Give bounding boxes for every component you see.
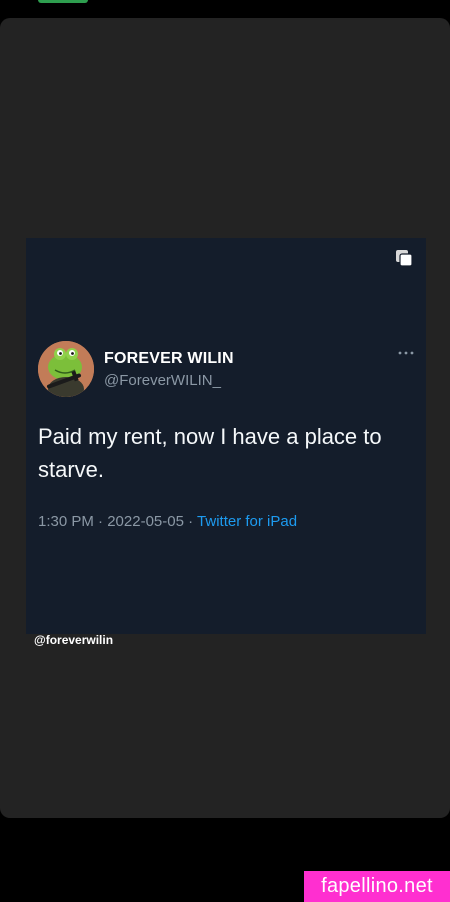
author-handle[interactable]: @ForeverWILIN_ [104, 372, 221, 389]
tweet-text: Paid my rent, now I have a place to star… [38, 424, 382, 482]
author-name[interactable]: FOREVER WILIN [104, 350, 234, 368]
frog-avatar-icon [38, 341, 94, 397]
screen: FOREVER WILIN @ForeverWILIN_ Paid my ren… [0, 0, 450, 902]
tweet-screenshot: FOREVER WILIN @ForeverWILIN_ Paid my ren… [26, 238, 426, 634]
copy-icon[interactable] [395, 249, 413, 267]
avatar[interactable] [38, 341, 94, 397]
status-indicator [38, 0, 88, 3]
tweet-meta: 1:30 PM · 2022-05-05 · Twitter for iPad [38, 513, 297, 530]
tweet-time: 1:30 PM [38, 513, 94, 530]
tweet-date: 2022-05-05 [107, 513, 184, 530]
meta-separator: · [188, 513, 194, 530]
post-caption: @foreverwilin [34, 633, 114, 647]
tweet-source-link[interactable]: Twitter for iPad [197, 513, 297, 530]
meta-separator: · [98, 513, 104, 530]
more-horizontal-icon[interactable] [398, 350, 414, 356]
watermark: fapellino.net [304, 871, 450, 902]
post-card: FOREVER WILIN @ForeverWILIN_ Paid my ren… [0, 18, 450, 818]
